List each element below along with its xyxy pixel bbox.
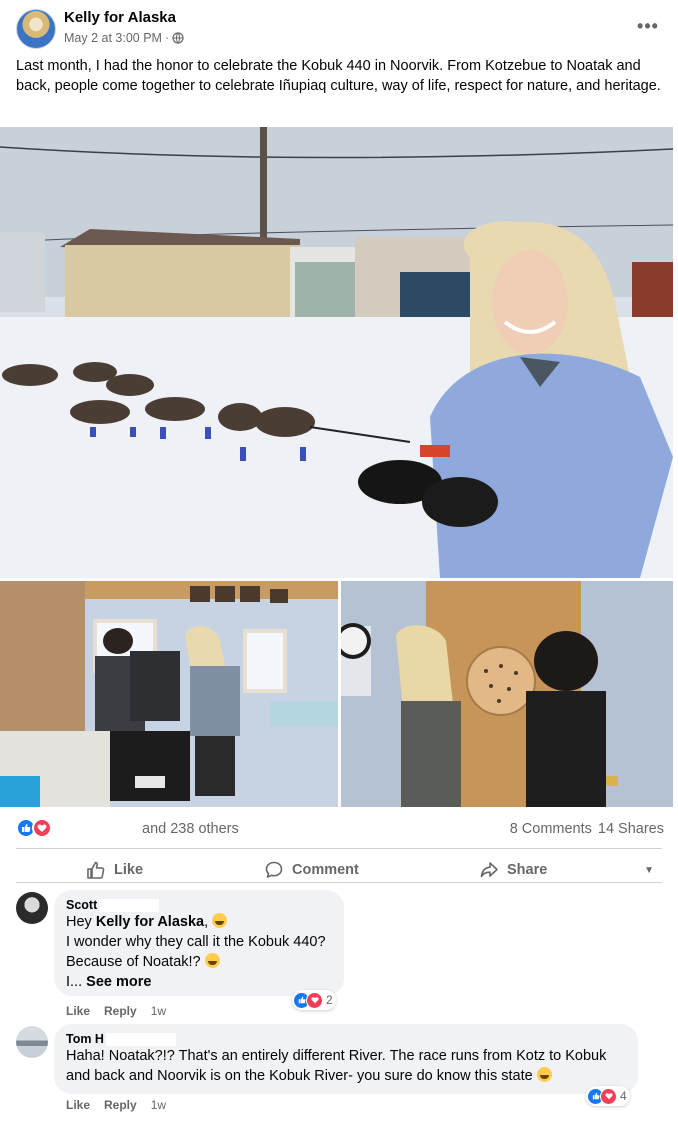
meta-separator: · xyxy=(164,31,170,45)
post-options-button[interactable]: ••• xyxy=(634,12,662,40)
see-more-link[interactable]: See more xyxy=(86,974,151,990)
post-meta: May 2 at 3:00 PM · xyxy=(64,31,184,45)
dog-sled-team-photo[interactable] xyxy=(0,127,673,578)
dartboard-photo[interactable] xyxy=(341,581,673,807)
post-header: Kelly for Alaska May 2 at 3:00 PM · ••• xyxy=(0,0,678,55)
comments-count-link[interactable]: 8 Comments xyxy=(510,821,592,837)
mention-link[interactable]: Kelly for Alaska xyxy=(96,914,204,930)
share-label: Share xyxy=(507,862,548,878)
indoor-event-photo[interactable] xyxy=(0,581,338,807)
comment-line: Hey Kelly for Alaska, xyxy=(66,912,332,932)
comment-bubble: Tom H Haha! Noatak?!? That's an entirely… xyxy=(54,1024,638,1094)
audience-caret-icon[interactable]: ▼ xyxy=(644,865,654,876)
reactions-summary: and 238 others 8 Comments 14 Shares xyxy=(0,812,678,844)
like-button[interactable]: Like xyxy=(86,851,143,889)
avatar[interactable] xyxy=(16,1026,48,1058)
avatar[interactable] xyxy=(16,892,48,924)
reaction-count: 4 xyxy=(620,1089,627,1103)
divider-top xyxy=(16,848,662,849)
comment-text: Haha! Noatak?!? That's an entirely diffe… xyxy=(66,1046,626,1086)
laughing-emoji-icon xyxy=(212,913,228,928)
post-actions: Like Comment Share ▼ xyxy=(16,851,662,889)
reaction-count: 2 xyxy=(326,993,333,1007)
redacted-name-block xyxy=(99,898,160,912)
page-name-link[interactable]: Kelly for Alaska xyxy=(64,9,176,26)
love-icon xyxy=(306,991,323,1009)
truncated-text: I... xyxy=(66,974,83,990)
comment-text: Hey Kelly for Alaska, I wonder why they … xyxy=(66,912,332,992)
share-button[interactable]: Share xyxy=(479,851,547,889)
greeting-text: Hey xyxy=(66,914,92,930)
comment-reactions[interactable]: 2 xyxy=(292,990,336,1010)
comment-author[interactable]: Scott xyxy=(66,898,332,912)
comment-actions: Like Reply 1w xyxy=(66,1098,166,1112)
page-avatar[interactable] xyxy=(16,9,56,49)
comment-time[interactable]: 1w xyxy=(151,1098,166,1112)
comment-reply-link[interactable]: Reply xyxy=(104,1098,137,1112)
post-timestamp[interactable]: May 2 at 3:00 PM xyxy=(64,31,162,45)
smiling-emoji-icon xyxy=(536,1067,552,1082)
comment-label: Comment xyxy=(292,862,359,878)
love-icon xyxy=(32,818,52,838)
comment-button[interactable]: Comment xyxy=(264,851,359,889)
comment-like-link[interactable]: Like xyxy=(66,1004,90,1018)
comment-line: I wonder why they call it the Kobuk 440? xyxy=(66,934,326,950)
laughing-emoji-icon xyxy=(204,953,220,968)
comment-line: Because of Noatak!? xyxy=(66,952,332,972)
shares-count-link[interactable]: 14 Shares xyxy=(598,821,664,837)
comment-author[interactable]: Tom H xyxy=(66,1032,626,1046)
comment-body-text: Haha! Noatak?!? That's an entirely diffe… xyxy=(66,1048,607,1084)
comment-like-link[interactable]: Like xyxy=(66,1098,90,1112)
more-icon: ••• xyxy=(637,15,659,36)
comment-actions: Like Reply 1w xyxy=(66,1004,166,1018)
reaction-summary-text[interactable]: and 238 others xyxy=(142,821,239,837)
divider-bottom xyxy=(16,882,662,883)
comment-author-name: Scott xyxy=(66,898,98,912)
comment-bubble: Scott Hey Kelly for Alaska, I wonder why… xyxy=(54,890,344,996)
indoor-event-scene xyxy=(0,581,338,807)
engagement-counts: 8 Comments 14 Shares xyxy=(510,821,664,837)
like-label: Like xyxy=(114,862,144,878)
globe-icon xyxy=(172,32,184,44)
dartboard-scene xyxy=(341,581,673,807)
comment-time[interactable]: 1w xyxy=(151,1004,166,1018)
love-icon xyxy=(600,1087,617,1105)
comment-line: I... See more xyxy=(66,972,332,992)
comment-reply-link[interactable]: Reply xyxy=(104,1004,137,1018)
dog-sled-scene xyxy=(0,127,673,578)
redacted-name-block xyxy=(105,1032,176,1046)
comment-line-text: Because of Noatak!? xyxy=(66,954,201,970)
reaction-icons[interactable] xyxy=(16,818,52,838)
comment-reactions[interactable]: 4 xyxy=(586,1086,630,1106)
post-text: Last month, I had the honor to celebrate… xyxy=(16,58,661,94)
comment-author-name: Tom H xyxy=(66,1032,104,1046)
share-icon xyxy=(480,862,498,878)
thumbs-up-icon xyxy=(87,861,105,879)
comment-icon xyxy=(265,861,283,878)
